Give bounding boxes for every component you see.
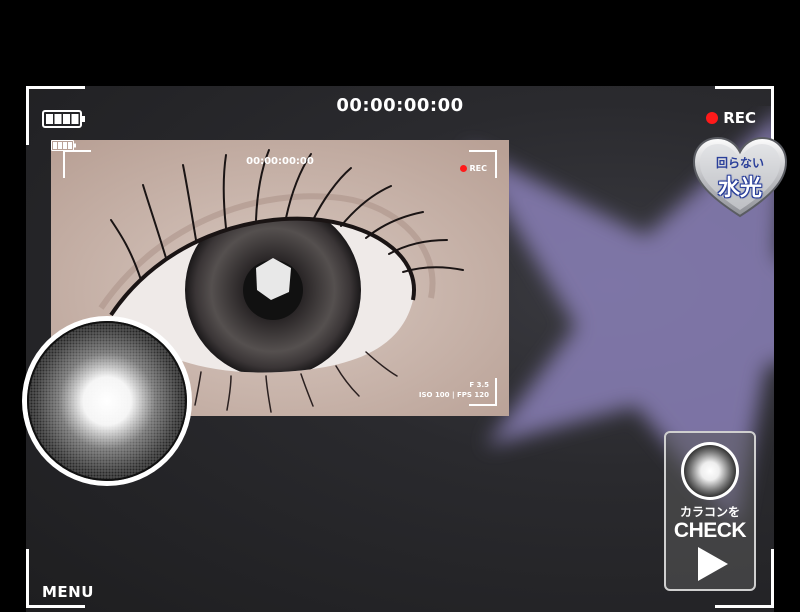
play-icon — [698, 547, 728, 581]
battery-icon — [42, 110, 85, 128]
preview-rec-dot-icon — [459, 165, 467, 172]
preview-rec-indicator: REC — [459, 164, 488, 173]
lens-thumbnail-icon — [681, 442, 739, 500]
preview-battery-icon — [51, 140, 76, 151]
lens-icon — [27, 321, 187, 481]
preview-timecode: 00:00:00:00 — [246, 156, 314, 167]
check-line1: カラコンを — [679, 505, 740, 519]
timecode: 00:00:00:00 — [336, 95, 464, 116]
suikou-badge: 回らない 水光 — [692, 136, 788, 218]
camera-screen: 00:00:00:00 REC 00:00:00:00 REC F 3.5 IS… — [0, 0, 800, 612]
check-lens-button[interactable]: カラコンを CHECK — [664, 431, 756, 591]
rec-indicator: REC — [706, 109, 756, 127]
preview-aperture: F 3.5 — [469, 381, 489, 389]
contact-lens-image — [22, 316, 192, 486]
menu-button[interactable]: MENU — [42, 583, 94, 601]
badge-line2: 水光 — [717, 175, 762, 200]
preview-iso-fps: ISO 100 | FPS 120 — [418, 391, 489, 399]
check-line2: CHECK — [673, 519, 747, 542]
rec-label: REC — [723, 109, 756, 127]
badge-line1: 回らない — [715, 156, 764, 170]
rec-dot-icon — [706, 112, 719, 124]
preview-exposure-info: F 3.5 ISO 100 | FPS 120 — [419, 380, 489, 400]
preview-rec-label: REC — [469, 164, 488, 173]
